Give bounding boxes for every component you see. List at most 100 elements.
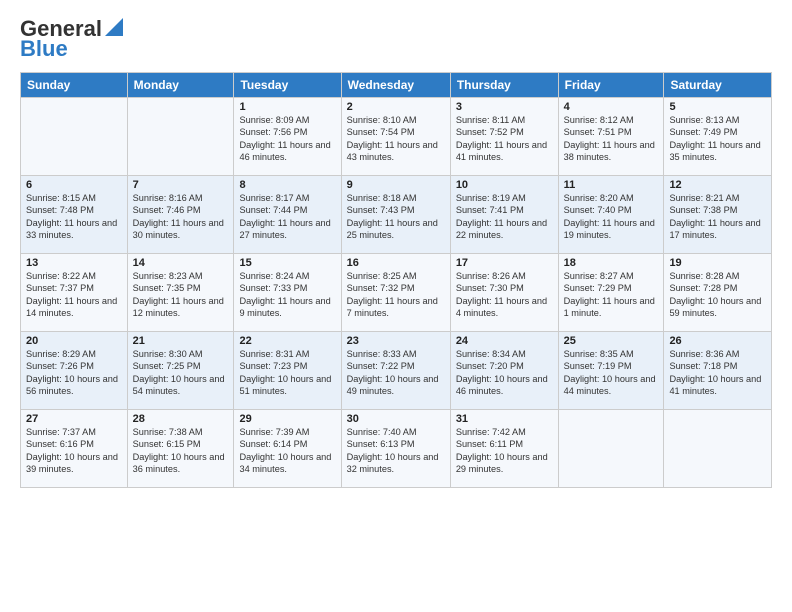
col-header-tuesday: Tuesday [234,73,341,98]
day-number: 8 [239,179,335,191]
calendar-cell: 10Sunrise: 8:19 AM Sunset: 7:41 PM Dayli… [450,176,558,254]
day-info: Sunrise: 8:13 AM Sunset: 7:49 PM Dayligh… [669,114,766,164]
day-info: Sunrise: 7:40 AM Sunset: 6:13 PM Dayligh… [347,426,445,476]
calendar-cell: 26Sunrise: 8:36 AM Sunset: 7:18 PM Dayli… [664,332,772,410]
calendar-cell: 20Sunrise: 8:29 AM Sunset: 7:26 PM Dayli… [21,332,128,410]
calendar-cell: 4Sunrise: 8:12 AM Sunset: 7:51 PM Daylig… [558,98,664,176]
day-info: Sunrise: 8:17 AM Sunset: 7:44 PM Dayligh… [239,192,335,242]
day-number: 13 [26,257,122,269]
day-info: Sunrise: 7:38 AM Sunset: 6:15 PM Dayligh… [133,426,229,476]
col-header-friday: Friday [558,73,664,98]
day-number: 6 [26,179,122,191]
calendar-cell: 23Sunrise: 8:33 AM Sunset: 7:22 PM Dayli… [341,332,450,410]
col-header-thursday: Thursday [450,73,558,98]
calendar-cell [664,410,772,488]
calendar-cell [21,98,128,176]
day-number: 15 [239,257,335,269]
day-info: Sunrise: 8:15 AM Sunset: 7:48 PM Dayligh… [26,192,122,242]
day-info: Sunrise: 8:19 AM Sunset: 7:41 PM Dayligh… [456,192,553,242]
day-info: Sunrise: 8:12 AM Sunset: 7:51 PM Dayligh… [564,114,659,164]
calendar-cell [127,98,234,176]
day-number: 11 [564,179,659,191]
calendar-cell: 30Sunrise: 7:40 AM Sunset: 6:13 PM Dayli… [341,410,450,488]
calendar-cell: 5Sunrise: 8:13 AM Sunset: 7:49 PM Daylig… [664,98,772,176]
calendar-cell: 7Sunrise: 8:16 AM Sunset: 7:46 PM Daylig… [127,176,234,254]
day-number: 9 [347,179,445,191]
day-info: Sunrise: 7:42 AM Sunset: 6:11 PM Dayligh… [456,426,553,476]
calendar-cell: 29Sunrise: 7:39 AM Sunset: 6:14 PM Dayli… [234,410,341,488]
week-row-4: 20Sunrise: 8:29 AM Sunset: 7:26 PM Dayli… [21,332,772,410]
logo-blue: Blue [20,36,68,62]
header: General Blue [20,16,772,62]
day-info: Sunrise: 8:09 AM Sunset: 7:56 PM Dayligh… [239,114,335,164]
day-number: 22 [239,335,335,347]
day-info: Sunrise: 8:30 AM Sunset: 7:25 PM Dayligh… [133,348,229,398]
col-header-monday: Monday [127,73,234,98]
calendar-cell: 12Sunrise: 8:21 AM Sunset: 7:38 PM Dayli… [664,176,772,254]
day-number: 14 [133,257,229,269]
calendar-table: SundayMondayTuesdayWednesdayThursdayFrid… [20,72,772,488]
day-info: Sunrise: 7:37 AM Sunset: 6:16 PM Dayligh… [26,426,122,476]
week-row-1: 1Sunrise: 8:09 AM Sunset: 7:56 PM Daylig… [21,98,772,176]
day-info: Sunrise: 8:18 AM Sunset: 7:43 PM Dayligh… [347,192,445,242]
calendar-cell: 9Sunrise: 8:18 AM Sunset: 7:43 PM Daylig… [341,176,450,254]
day-number: 28 [133,413,229,425]
day-number: 27 [26,413,122,425]
day-number: 26 [669,335,766,347]
day-info: Sunrise: 8:25 AM Sunset: 7:32 PM Dayligh… [347,270,445,320]
col-header-sunday: Sunday [21,73,128,98]
day-number: 1 [239,101,335,113]
day-info: Sunrise: 8:33 AM Sunset: 7:22 PM Dayligh… [347,348,445,398]
calendar-cell: 14Sunrise: 8:23 AM Sunset: 7:35 PM Dayli… [127,254,234,332]
calendar-cell: 16Sunrise: 8:25 AM Sunset: 7:32 PM Dayli… [341,254,450,332]
calendar-cell: 1Sunrise: 8:09 AM Sunset: 7:56 PM Daylig… [234,98,341,176]
day-info: Sunrise: 8:26 AM Sunset: 7:30 PM Dayligh… [456,270,553,320]
day-number: 12 [669,179,766,191]
day-number: 25 [564,335,659,347]
calendar-cell: 15Sunrise: 8:24 AM Sunset: 7:33 PM Dayli… [234,254,341,332]
logo-triangle-icon [103,16,125,38]
day-number: 7 [133,179,229,191]
day-number: 30 [347,413,445,425]
week-row-3: 13Sunrise: 8:22 AM Sunset: 7:37 PM Dayli… [21,254,772,332]
calendar-cell: 22Sunrise: 8:31 AM Sunset: 7:23 PM Dayli… [234,332,341,410]
day-number: 24 [456,335,553,347]
calendar-cell: 11Sunrise: 8:20 AM Sunset: 7:40 PM Dayli… [558,176,664,254]
calendar-cell: 24Sunrise: 8:34 AM Sunset: 7:20 PM Dayli… [450,332,558,410]
day-info: Sunrise: 8:20 AM Sunset: 7:40 PM Dayligh… [564,192,659,242]
day-info: Sunrise: 8:24 AM Sunset: 7:33 PM Dayligh… [239,270,335,320]
calendar-cell: 31Sunrise: 7:42 AM Sunset: 6:11 PM Dayli… [450,410,558,488]
calendar-cell: 2Sunrise: 8:10 AM Sunset: 7:54 PM Daylig… [341,98,450,176]
calendar-cell: 6Sunrise: 8:15 AM Sunset: 7:48 PM Daylig… [21,176,128,254]
day-number: 2 [347,101,445,113]
day-number: 21 [133,335,229,347]
day-info: Sunrise: 8:21 AM Sunset: 7:38 PM Dayligh… [669,192,766,242]
calendar-cell: 13Sunrise: 8:22 AM Sunset: 7:37 PM Dayli… [21,254,128,332]
day-info: Sunrise: 8:27 AM Sunset: 7:29 PM Dayligh… [564,270,659,320]
calendar-cell: 3Sunrise: 8:11 AM Sunset: 7:52 PM Daylig… [450,98,558,176]
day-info: Sunrise: 8:11 AM Sunset: 7:52 PM Dayligh… [456,114,553,164]
day-info: Sunrise: 8:31 AM Sunset: 7:23 PM Dayligh… [239,348,335,398]
day-number: 10 [456,179,553,191]
calendar-cell: 21Sunrise: 8:30 AM Sunset: 7:25 PM Dayli… [127,332,234,410]
calendar-cell: 28Sunrise: 7:38 AM Sunset: 6:15 PM Dayli… [127,410,234,488]
day-number: 19 [669,257,766,269]
day-number: 31 [456,413,553,425]
header-row: SundayMondayTuesdayWednesdayThursdayFrid… [21,73,772,98]
day-info: Sunrise: 8:29 AM Sunset: 7:26 PM Dayligh… [26,348,122,398]
logo: General Blue [20,16,125,62]
day-info: Sunrise: 8:35 AM Sunset: 7:19 PM Dayligh… [564,348,659,398]
day-number: 20 [26,335,122,347]
day-number: 5 [669,101,766,113]
day-info: Sunrise: 8:10 AM Sunset: 7:54 PM Dayligh… [347,114,445,164]
day-info: Sunrise: 7:39 AM Sunset: 6:14 PM Dayligh… [239,426,335,476]
col-header-wednesday: Wednesday [341,73,450,98]
col-header-saturday: Saturday [664,73,772,98]
day-info: Sunrise: 8:36 AM Sunset: 7:18 PM Dayligh… [669,348,766,398]
day-info: Sunrise: 8:28 AM Sunset: 7:28 PM Dayligh… [669,270,766,320]
calendar-cell: 19Sunrise: 8:28 AM Sunset: 7:28 PM Dayli… [664,254,772,332]
calendar-cell [558,410,664,488]
calendar-cell: 25Sunrise: 8:35 AM Sunset: 7:19 PM Dayli… [558,332,664,410]
page: General Blue SundayMondayTuesdayWednesda… [0,0,792,498]
calendar-cell: 18Sunrise: 8:27 AM Sunset: 7:29 PM Dayli… [558,254,664,332]
